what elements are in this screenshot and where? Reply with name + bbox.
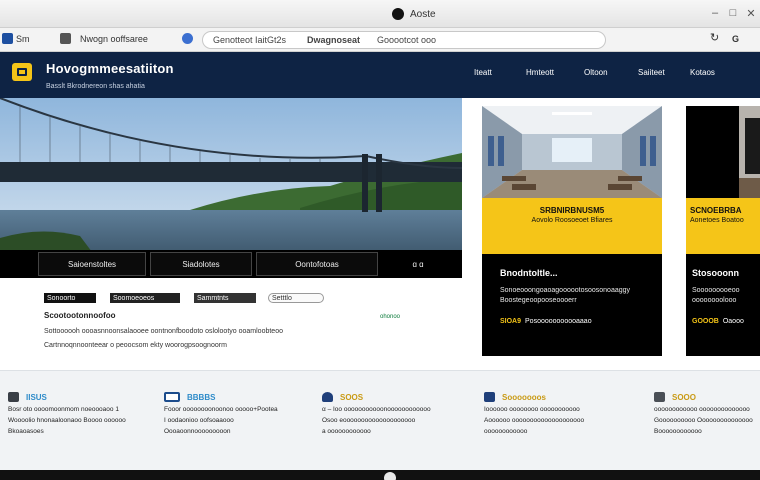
card-1-footer-text: Posooooooooooaaao [525, 318, 592, 325]
feature-5-line-3: Boooooooooooo [654, 428, 702, 435]
feature-1-line-2: Woooolio hnonaaloonaoo Boooo oooooo [8, 417, 126, 424]
feature-4-line-1: Ioooooo oooooooo ooooooooooo [484, 406, 580, 413]
address-segment-2: Gt2s [267, 35, 287, 45]
feature-4-title: Sooooooos [502, 392, 546, 402]
hero-button-1[interactable]: Saioenstoltes [38, 252, 146, 276]
card-1-footer: SIOA9 Posooooooooooaaao [500, 318, 644, 325]
feature-5[interactable]: SOOO oooooooooooo oooooooooooooo Goooooo… [654, 392, 754, 435]
intro-headline: Scootootonnoofoo [44, 311, 116, 320]
minimize-button[interactable]: – [708, 7, 722, 19]
card-1-footer-highlight: SIOA9 [500, 318, 522, 325]
tag-2[interactable]: Soomoeoeos [110, 293, 180, 303]
nav-item-3[interactable]: Oltoon [584, 68, 608, 77]
browser-window: Aoste – □ ✕ Sm Nwogn ooffsaree Genotteot… [0, 0, 760, 480]
shield-icon [322, 392, 333, 402]
dock-app-icon[interactable] [384, 472, 396, 480]
room-photo [482, 106, 662, 198]
nav-item-5[interactable]: Kotaos [690, 68, 715, 77]
feature-card-2[interactable]: SCNOEBRBA Aonetoes Boatoo Stosooonn Sooo… [686, 106, 760, 356]
nav-item-4[interactable]: Saiiteet [638, 68, 665, 77]
feature-3-line-2: Osoo eoooooooooooooooooooo [322, 417, 416, 424]
card-2-title: Stosooonn [692, 268, 739, 278]
address-segment-4: Gooootcot ooo [377, 35, 437, 45]
address-segment-3: Dwagnoseat [307, 35, 361, 45]
chart-icon [654, 392, 665, 402]
feature-1[interactable]: IISUS Bosr oto oooomoonmom noeoooaoo 1 W… [8, 392, 158, 435]
site-logo-icon[interactable] [12, 63, 32, 81]
os-dock [0, 470, 760, 480]
site-subtitle: Basslt Bkrodnereon shas ahatia [46, 83, 145, 90]
feature-2-line-2: I oodaonioo oofsoaaooo [164, 417, 234, 424]
card-2-banner-title: SCNOEBRBA [690, 206, 742, 215]
address-segment-1: Genotteot Iait [213, 35, 268, 45]
feature-card-1[interactable]: SRBNIRBNUSM5 Aovolo Roosoeoet Bfiares Bn… [482, 106, 662, 356]
card-1-banner: SRBNIRBNUSM5 Aovolo Roosoeoet Bfiares [482, 198, 662, 254]
sidebar-toggle-icon[interactable] [2, 33, 13, 44]
address-bar[interactable]: Genotteot Iait Gt2s Dwagnoseat Gooootcot… [202, 31, 606, 49]
card-2-footer: GOOOB Oaooo [692, 318, 754, 325]
app-logo-icon [392, 8, 404, 20]
shield-icon[interactable] [182, 33, 193, 44]
card-2-body: Stosooonn Sooooooooeoo oooooooolooo GOOO… [686, 254, 760, 356]
tab-grid-icon[interactable] [60, 33, 71, 44]
hero-pager[interactable]: ɑ ɑ [398, 252, 438, 276]
card-2-text: Sooooooooeoo oooooooolooo [692, 287, 740, 304]
os-title-bar: Aoste – □ ✕ [0, 0, 760, 28]
window-title: Aoste [392, 8, 436, 20]
card-2-footer-text: Oaooo [722, 318, 744, 325]
card-1-body: Bnodntoltle... Sonoeooongoaoagoooootosoo… [482, 254, 662, 356]
site-name[interactable]: Hovogmmeesatiiton [46, 61, 174, 76]
profile-icon[interactable]: G [732, 34, 739, 44]
card-1-banner-title: SRBNIRBNUSM5 [539, 206, 605, 215]
intro-line-1: Sottoooooh oooasnnoonsalaooee oontnonfbo… [44, 328, 283, 335]
feature-2[interactable]: BBBBS Fooor oooooooonoonoo ooooo+Pootea … [164, 392, 314, 435]
feature-5-line-2: Goooooooooo Ooooooooooooooo [654, 417, 753, 424]
intro-section [0, 278, 462, 370]
feature-4-line-2: Aoooooo oooooooooooooooooooo [484, 417, 585, 424]
feature-1-line-3: Bkoaoasoes [8, 428, 44, 435]
tag-4[interactable]: Setttlo [268, 293, 324, 303]
feature-1-line-1: Bosr oto oooomoonmom noeoooaoo 1 [8, 406, 119, 413]
tag-3[interactable]: Sammtnts [194, 293, 256, 303]
feature-5-line-1: oooooooooooo oooooooooooooo [654, 406, 750, 413]
card-icon [164, 392, 180, 402]
tag-1[interactable]: Sonoorto [44, 293, 96, 303]
card-1-text: Sonoeooongoaoagoooootosoosonoaaggy Boost… [500, 287, 631, 304]
close-button[interactable]: ✕ [744, 7, 758, 20]
maximize-button[interactable]: □ [726, 7, 740, 19]
toolbar-item-1[interactable]: Sm [16, 34, 30, 44]
site-header: Hovogmmeesatiiton Basslt Bkrodnereon sha… [0, 52, 760, 98]
document-icon [8, 392, 19, 402]
feature-4-line-3: oooooooooooo [484, 428, 528, 435]
card-1-title: Bnodntoltle... [500, 268, 558, 278]
feature-4[interactable]: Sooooooos Ioooooo oooooooo ooooooooooo A… [484, 392, 634, 435]
card-2-banner-subtitle: Aonetoes Boatoo [690, 217, 744, 224]
feature-2-line-3: Oooaoonnooooooooon [164, 428, 231, 435]
feature-2-title: BBBBS [187, 392, 216, 402]
feature-3-line-3: a oooooooooooo [322, 428, 371, 435]
feature-3-title: SOOS [340, 392, 364, 402]
browser-toolbar: Sm Nwogn ooffsaree Genotteot Iait Gt2s D… [0, 28, 760, 52]
hero-button-2[interactable]: Siadolotes [150, 252, 252, 276]
toolbar-bookmark[interactable]: Nwogn ooffsaree [80, 34, 148, 44]
reload-icon[interactable]: ↻ [710, 31, 719, 44]
feature-3[interactable]: SOOS α – Ioo ooooooooooonoooooooooooo Os… [322, 392, 472, 435]
card-2-banner: SCNOEBRBA Aonetoes Boatoo [686, 198, 760, 254]
card-2-footer-highlight: GOOOB [692, 318, 719, 325]
hero-button-3[interactable]: Oontofotoas [256, 252, 378, 276]
nav-item-1[interactable]: Iteatt [474, 68, 492, 77]
card-1-banner-subtitle: Aovolo Roosoeoet Bfiares [531, 217, 613, 224]
globe-icon [484, 392, 495, 402]
intro-line-2: Cartnnoqnnoonteear o peoocsom ekty wooro… [44, 342, 227, 349]
feature-5-title: SOOO [672, 392, 697, 402]
feature-2-line-1: Fooor oooooooonoonoo ooooo+Pootea [164, 406, 278, 413]
feature-1-title: IISUS [26, 392, 47, 402]
screen-photo [739, 106, 760, 198]
nav-item-2[interactable]: Hmteott [526, 68, 554, 77]
window-title-text: Aoste [410, 8, 436, 20]
feature-3-line-1: α – Ioo ooooooooooonoooooooooooo [322, 406, 431, 413]
intro-link[interactable]: ohonoo [380, 314, 400, 320]
